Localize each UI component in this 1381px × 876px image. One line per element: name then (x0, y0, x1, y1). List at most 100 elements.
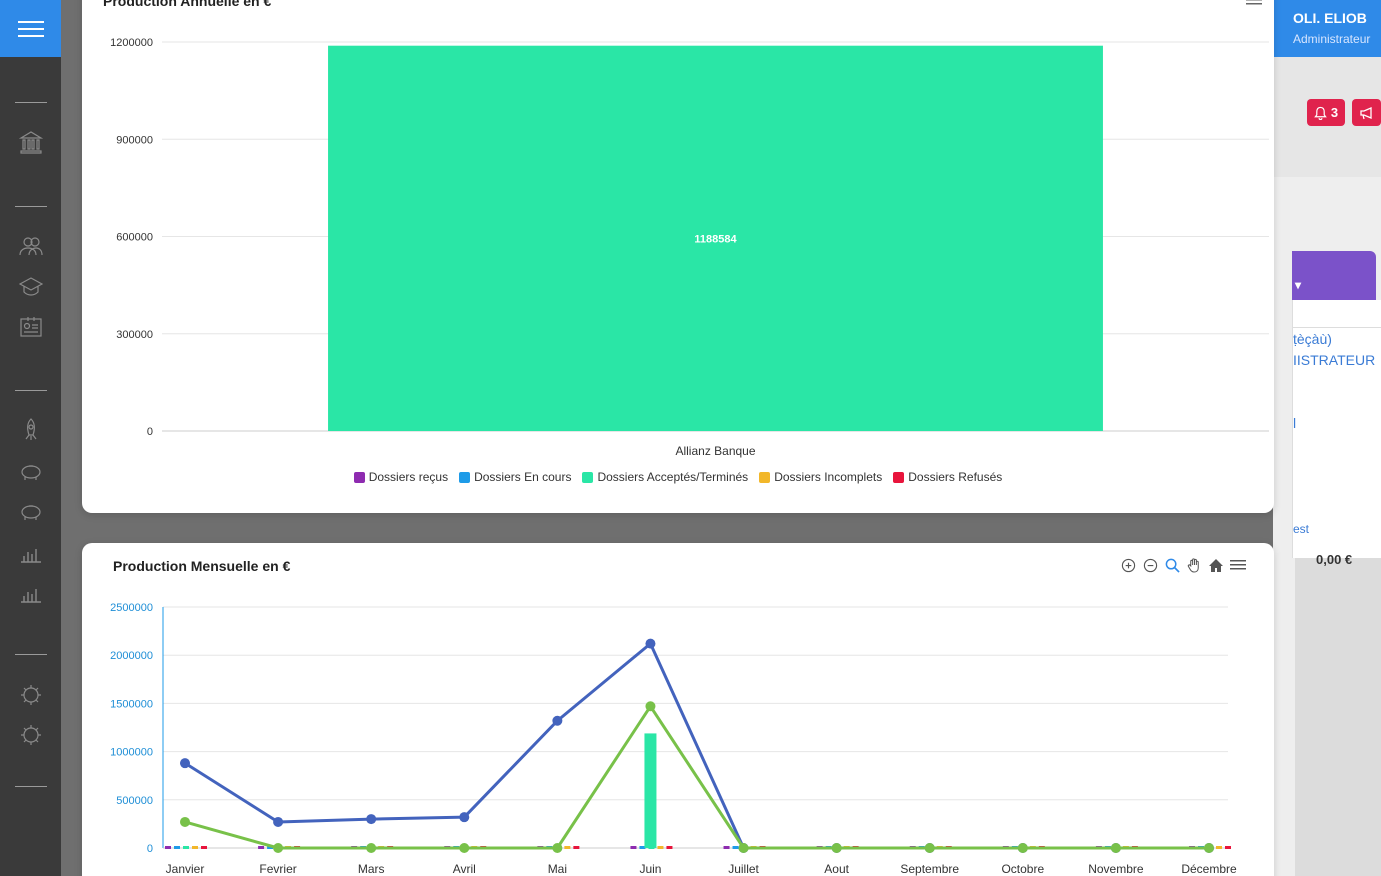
data-point (180, 758, 190, 769)
data-point (366, 814, 377, 825)
announcements-button[interactable] (1352, 99, 1381, 126)
user-role: Administrateur (1293, 32, 1371, 46)
annual-chart-legend: Dossiers reçus Dossiers En cours Dossier… (82, 470, 1274, 484)
data-point (1110, 843, 1121, 853)
y-tick-label: 2000000 (110, 650, 153, 662)
notifications-button[interactable]: 3 (1307, 99, 1345, 126)
legend-item-in-progress[interactable]: Dossiers En cours (459, 470, 571, 484)
legend-swatch (459, 471, 471, 483)
y-tick-label: 1500000 (110, 698, 153, 710)
legend-label: Dossiers En cours (474, 470, 572, 484)
series-line (184, 704, 1209, 850)
y-tick-label: 1200000 (110, 37, 153, 49)
zero-bar-marker (657, 846, 664, 849)
zero-bar-marker (564, 846, 571, 849)
x-category-label: Septembre (900, 862, 959, 876)
zero-bar-marker (201, 846, 207, 849)
sidebar (0, 0, 61, 876)
x-category-label: Janvier (166, 862, 205, 876)
megaphone-icon (1359, 106, 1372, 119)
x-category-label: Mai (548, 862, 567, 876)
y-tick-label: 0 (147, 426, 153, 438)
user-tab-label: isateur ▾ (1295, 278, 1338, 319)
sidebar-divider (15, 206, 47, 207)
data-point (180, 816, 190, 827)
sidebar-divider (15, 390, 47, 391)
monthly-line-chart: 0 500000 1000000 1500000 2000000 2500000 Janvi… (110, 602, 1237, 876)
annual-bar-chart: 0 300000 600000 900000 1200000 1188584 Allianz… (110, 37, 1269, 458)
data-point (645, 638, 656, 649)
legend-label: Dossiers Incomplets (774, 470, 883, 484)
data-point (459, 812, 470, 823)
graduation-cap-icon[interactable] (19, 275, 43, 299)
legend-item-received[interactable]: Dossiers reçus (353, 470, 449, 484)
legend-label: Dossiers Refusés (908, 470, 1003, 484)
zero-bar-marker (192, 846, 198, 849)
y-tick-label: 300000 (116, 329, 153, 341)
x-category-label: Octobre (1001, 862, 1044, 876)
user-role-link[interactable]: IISTRATEUR (1293, 352, 1375, 368)
info-link[interactable]: l (1293, 415, 1296, 431)
x-category-label: Décembre (1181, 862, 1237, 876)
data-point (273, 843, 284, 853)
top-bar (1273, 0, 1381, 57)
y-tick-label: 0 (147, 843, 153, 855)
gear-icon[interactable] (19, 723, 43, 747)
x-category-label: Juillet (728, 862, 759, 876)
legend-swatch (893, 471, 905, 483)
menu-icon (17, 20, 44, 37)
zero-bar-marker (666, 846, 673, 849)
data-point (924, 843, 935, 853)
zero-bar-marker (183, 846, 189, 849)
y-tick-label: 900000 (116, 134, 153, 146)
user-name-link[interactable]: ṭèçàù) (1293, 331, 1332, 347)
data-point (738, 843, 749, 853)
x-category-label: Juin (639, 862, 661, 876)
test-link[interactable]: est (1293, 522, 1309, 536)
legend-item-accepted[interactable]: Dossiers Acceptés/Terminés (582, 470, 748, 484)
bar-chart-icon[interactable] (19, 540, 43, 564)
legend-label: Dossiers reçus (368, 470, 449, 484)
users-icon[interactable] (19, 234, 43, 258)
x-category-label: Fevrier (259, 862, 296, 876)
bell-icon (1314, 106, 1327, 120)
zero-bar-marker (1216, 846, 1222, 849)
zero-bar-marker (174, 846, 180, 849)
data-point (552, 843, 563, 853)
data-point (645, 701, 656, 712)
legend-item-refused[interactable]: Dossiers Refusés (893, 470, 1002, 484)
bar-chart-icon[interactable] (19, 580, 43, 604)
data-point (831, 843, 842, 853)
amount-value: 0,00 € (1316, 552, 1353, 567)
data-point (366, 843, 377, 853)
legend-swatch (353, 471, 365, 483)
gear-icon[interactable] (19, 683, 43, 707)
notifications-count: 3 (1330, 105, 1339, 120)
bar-data-label: 1188584 (694, 233, 737, 245)
bank-icon[interactable] (19, 130, 43, 154)
data-point (459, 843, 470, 853)
bar (644, 733, 657, 848)
zero-bar-marker (630, 846, 637, 849)
piggy-bank-icon[interactable] (19, 459, 43, 483)
user-name[interactable]: OLI. ELIOB (1293, 10, 1367, 26)
y-tick-label: 600000 (116, 232, 153, 244)
menu-toggle-button[interactable] (0, 0, 61, 57)
data-point (552, 715, 563, 726)
zero-bar-marker (258, 846, 265, 849)
piggy-bank-icon[interactable] (19, 499, 43, 523)
zero-bar-marker (573, 846, 580, 849)
id-card-icon[interactable] (19, 315, 43, 339)
data-point (1204, 843, 1214, 853)
legend-item-incomplete[interactable]: Dossiers Incomplets (759, 470, 882, 484)
data-point (273, 816, 284, 827)
x-category-label: Allianz Banque (675, 444, 755, 458)
data-point (1017, 843, 1028, 853)
lower-panel (1295, 558, 1381, 876)
legend-swatch (582, 471, 594, 483)
annual-production-card: Production Annuelle en € 0 300000 600000 90… (82, 0, 1274, 513)
zero-bar-marker (723, 846, 730, 849)
zero-bar-marker (732, 846, 739, 849)
user-tab[interactable]: isateur ▾ (1292, 251, 1376, 319)
rocket-icon[interactable] (19, 418, 43, 442)
